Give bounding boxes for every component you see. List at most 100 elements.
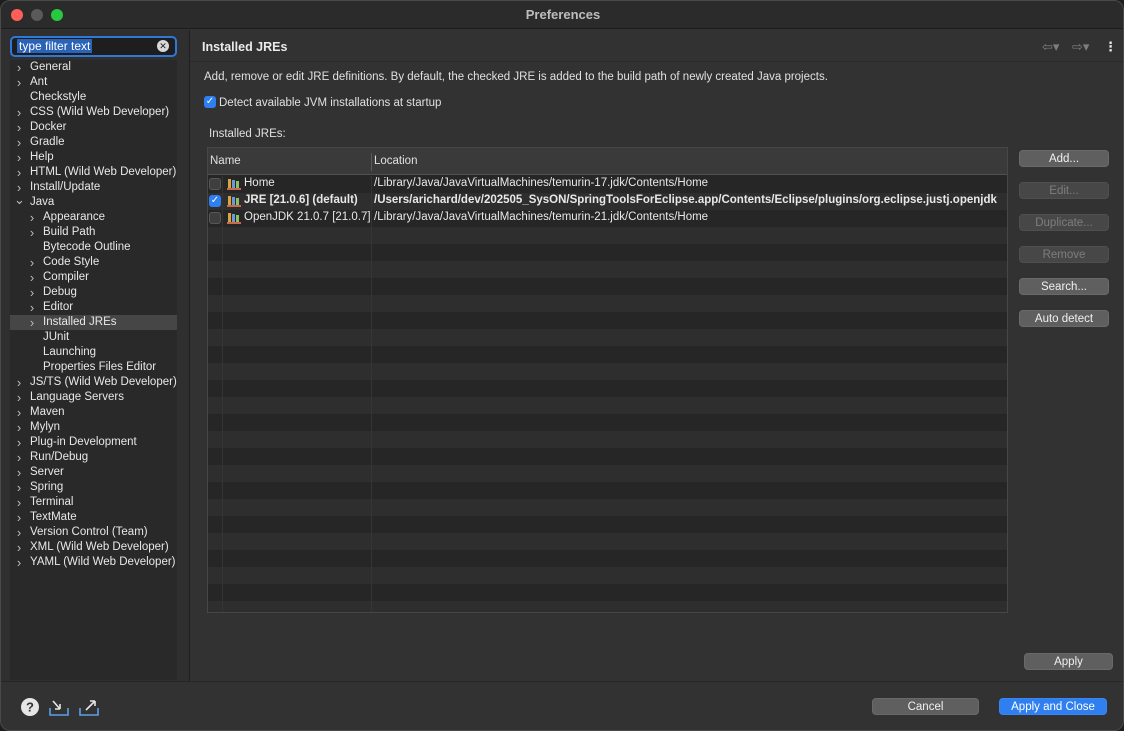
tree-item-label: Language Servers: [30, 391, 124, 403]
chevron-right-icon[interactable]: ›: [14, 525, 24, 540]
clear-filter-icon[interactable]: ✕: [157, 40, 169, 52]
chevron-right-icon[interactable]: ›: [14, 75, 24, 90]
tree-item[interactable]: › HTML (Wild Web Developer): [10, 165, 177, 180]
chevron-right-icon[interactable]: ›: [27, 210, 37, 225]
tree-item[interactable]: › Plug-in Development: [10, 435, 177, 450]
chevron-right-icon[interactable]: ›: [14, 465, 24, 480]
jre-default-checkbox[interactable]: [209, 212, 221, 224]
tree-item[interactable]: › Compiler: [10, 270, 177, 285]
tree-item[interactable]: › Server: [10, 465, 177, 480]
export-icon[interactable]: [78, 696, 100, 718]
tree-item[interactable]: › XML (Wild Web Developer): [10, 540, 177, 555]
tree-item[interactable]: › Install/Update: [10, 180, 177, 195]
view-menu-icon[interactable]: ⋮: [1104, 39, 1117, 55]
chevron-right-icon[interactable]: ›: [14, 390, 24, 405]
tree-item[interactable]: JUnit: [10, 330, 177, 345]
import-icon[interactable]: [48, 696, 70, 718]
tree-item[interactable]: › YAML (Wild Web Developer): [10, 555, 177, 570]
detect-jvm-checkbox[interactable]: ✓: [204, 96, 216, 108]
tree-item-label: Java: [30, 196, 55, 208]
apply-and-close-button[interactable]: Apply and Close: [999, 698, 1107, 715]
column-separator[interactable]: [371, 153, 372, 171]
chevron-right-icon[interactable]: ›: [14, 105, 24, 120]
tree-item[interactable]: › TextMate: [10, 510, 177, 525]
jre-table-row[interactable]: ✓ JRE [21.0.6] (default) /Users/arichard/d…: [208, 193, 1007, 210]
empty-table-row: [208, 312, 1007, 329]
tree-item[interactable]: Checkstyle: [10, 90, 177, 105]
back-arrow-icon[interactable]: ⇦▾: [1042, 39, 1059, 55]
jre-default-checkbox[interactable]: ✓: [209, 195, 221, 207]
chevron-right-icon[interactable]: ›: [14, 510, 24, 525]
tree-item[interactable]: › Version Control (Team): [10, 525, 177, 540]
filter-text[interactable]: type filter text: [17, 39, 93, 53]
tree-item[interactable]: › Help: [10, 150, 177, 165]
tree-item[interactable]: › Language Servers: [10, 390, 177, 405]
chevron-right-icon[interactable]: ›: [14, 420, 24, 435]
tree-item[interactable]: Properties Files Editor: [10, 360, 177, 375]
chevron-right-icon[interactable]: ›: [14, 480, 24, 495]
tree-item[interactable]: › Mylyn: [10, 420, 177, 435]
tree-item[interactable]: › Editor: [10, 300, 177, 315]
tree-item[interactable]: › Appearance: [10, 210, 177, 225]
tree-item[interactable]: › Code Style: [10, 255, 177, 270]
remove-jre-button[interactable]: Remove: [1019, 246, 1109, 263]
chevron-right-icon[interactable]: ›: [27, 285, 37, 300]
chevron-right-icon[interactable]: ›: [27, 255, 37, 270]
forward-arrow-icon[interactable]: ⇨▾: [1072, 39, 1089, 55]
tree-item[interactable]: › General: [10, 60, 177, 75]
chevron-right-icon[interactable]: ›: [14, 120, 24, 135]
chevron-right-icon[interactable]: ›: [14, 555, 24, 570]
tree-item[interactable]: › Debug: [10, 285, 177, 300]
filter-input[interactable]: type filter text ✕: [10, 36, 177, 57]
chevron-right-icon[interactable]: ›: [27, 270, 37, 285]
tree-item[interactable]: › Spring: [10, 480, 177, 495]
tree-item[interactable]: › Docker: [10, 120, 177, 135]
apply-button[interactable]: Apply: [1024, 653, 1113, 670]
chevron-right-icon[interactable]: ›: [14, 165, 24, 180]
chevron-right-icon[interactable]: ›: [27, 315, 37, 330]
tree-item[interactable]: › Maven: [10, 405, 177, 420]
tree-item[interactable]: ⌄ Java: [10, 192, 177, 210]
tree-item[interactable]: › Installed JREs: [10, 315, 177, 330]
chevron-right-icon[interactable]: ›: [14, 150, 24, 165]
empty-table-row: [208, 533, 1007, 550]
auto-detect-button[interactable]: Auto detect: [1019, 310, 1109, 327]
column-header-name[interactable]: Name: [210, 155, 241, 167]
tree-item-label: Installed JREs: [43, 316, 117, 328]
jre-default-checkbox[interactable]: [209, 178, 221, 190]
tree-item[interactable]: › Ant: [10, 75, 177, 90]
chevron-down-icon[interactable]: ⌄: [14, 192, 25, 207]
tree-item-label: Properties Files Editor: [43, 361, 157, 373]
edit-jre-button[interactable]: Edit...: [1019, 182, 1109, 199]
chevron-right-icon[interactable]: ›: [14, 450, 24, 465]
chevron-right-icon[interactable]: ›: [14, 495, 24, 510]
chevron-right-icon[interactable]: ›: [14, 375, 24, 390]
chevron-right-icon[interactable]: ›: [27, 300, 37, 315]
jre-table[interactable]: Name Location Home/Library/Java/JavaVirt…: [207, 147, 1008, 613]
chevron-right-icon[interactable]: ›: [14, 60, 24, 75]
tree-item[interactable]: › Build Path: [10, 225, 177, 240]
chevron-right-icon[interactable]: ›: [14, 540, 24, 555]
chevron-right-icon[interactable]: ›: [14, 435, 24, 450]
search-jre-button[interactable]: Search...: [1019, 278, 1109, 295]
tree-item[interactable]: › Run/Debug: [10, 450, 177, 465]
tree-item[interactable]: › Terminal: [10, 495, 177, 510]
chevron-right-icon[interactable]: ›: [14, 135, 24, 150]
chevron-right-icon[interactable]: ›: [27, 225, 37, 240]
jre-table-row[interactable]: OpenJDK 21.0.7 [21.0.7] /Library/Java/Jav…: [208, 210, 1007, 227]
tree-item[interactable]: Launching: [10, 345, 177, 360]
tree-item[interactable]: › JS/TS (Wild Web Developer): [10, 375, 177, 390]
tree-item[interactable]: › Gradle: [10, 135, 177, 150]
jre-name-cell: Home: [244, 177, 275, 189]
column-header-location[interactable]: Location: [374, 155, 417, 167]
tree-item[interactable]: Bytecode Outline: [10, 240, 177, 255]
help-icon[interactable]: ?: [19, 696, 41, 718]
add-jre-button[interactable]: Add...: [1019, 150, 1109, 167]
jre-location-cell: /Users/arichard/dev/202505_SysON/SpringT…: [374, 194, 997, 206]
jre-table-row[interactable]: Home/Library/Java/JavaVirtualMachines/te…: [208, 176, 1007, 193]
cancel-button[interactable]: Cancel: [872, 698, 979, 715]
sidebar-scrollbar[interactable]: [177, 60, 187, 680]
duplicate-jre-button[interactable]: Duplicate...: [1019, 214, 1109, 231]
tree-item[interactable]: › CSS (Wild Web Developer): [10, 105, 177, 120]
chevron-right-icon[interactable]: ›: [14, 405, 24, 420]
